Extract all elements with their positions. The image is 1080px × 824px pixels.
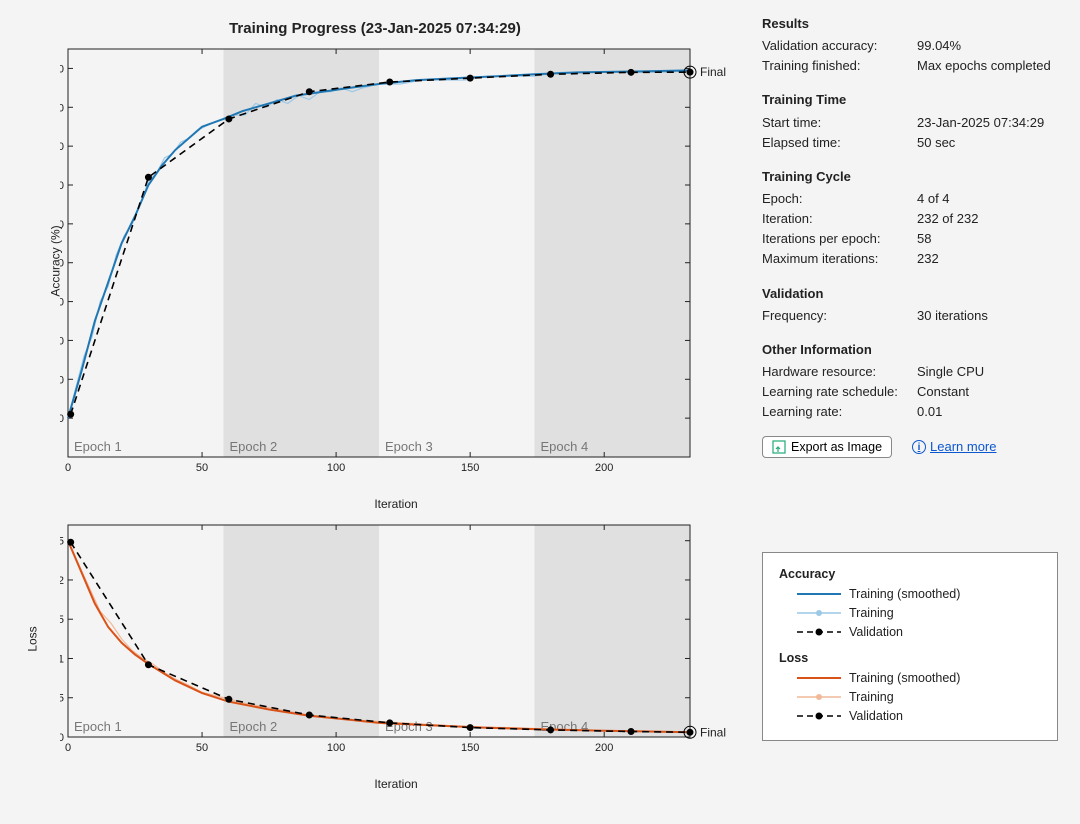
svg-text:1.5: 1.5: [60, 614, 64, 626]
other-header: Other Information: [762, 340, 1062, 360]
other-section: Other Information Hardware resource:Sing…: [762, 340, 1062, 423]
legend-acc-smoothed: Training (smoothed): [779, 587, 1041, 601]
training-figure: Training Progress (23-Jan-2025 07:34:29)…: [10, 10, 740, 810]
svg-text:Epoch 1: Epoch 1: [74, 719, 122, 734]
svg-text:Final: Final: [700, 65, 726, 79]
svg-text:50: 50: [196, 742, 208, 754]
cycle-header: Training Cycle: [762, 167, 1062, 187]
legend-accuracy-header: Accuracy: [779, 567, 1041, 581]
svg-text:200: 200: [595, 742, 613, 754]
svg-text:70: 70: [60, 180, 64, 192]
legend: Accuracy Training (smoothed) Training Va…: [762, 552, 1058, 741]
legend-loss-smoothed: Training (smoothed): [779, 671, 1041, 685]
svg-text:30: 30: [60, 335, 64, 347]
legend-loss-raw: Training: [779, 690, 1041, 704]
loss-xlabel: Iteration: [374, 777, 417, 791]
svg-text:40: 40: [60, 297, 64, 309]
accuracy-plot: Accuracy (%) 102030405060708090100050100…: [60, 45, 732, 477]
legend-acc-raw: Training: [779, 606, 1041, 620]
info-panel: Results Validation accuracy:99.04% Train…: [762, 14, 1062, 458]
info-icon: i: [912, 440, 926, 454]
export-icon: [772, 440, 786, 454]
svg-text:50: 50: [196, 462, 208, 474]
svg-text:100: 100: [327, 742, 345, 754]
svg-text:100: 100: [327, 462, 345, 474]
results-header: Results: [762, 14, 1062, 34]
svg-text:0.5: 0.5: [60, 693, 64, 705]
svg-text:20: 20: [60, 374, 64, 386]
svg-text:0: 0: [60, 732, 64, 744]
svg-text:2.5: 2.5: [60, 536, 64, 548]
export-image-button[interactable]: Export as Image: [762, 436, 892, 458]
legend-loss-val: Validation: [779, 709, 1041, 723]
svg-text:200: 200: [595, 462, 613, 474]
svg-text:Epoch 2: Epoch 2: [230, 719, 278, 734]
svg-text:0: 0: [65, 462, 71, 474]
svg-text:100: 100: [60, 63, 64, 75]
legend-loss-header: Loss: [779, 651, 1041, 665]
time-header: Training Time: [762, 90, 1062, 110]
svg-text:150: 150: [461, 742, 479, 754]
validation-section: Validation Frequency:30 iterations: [762, 284, 1062, 326]
svg-text:Epoch 4: Epoch 4: [541, 439, 589, 454]
loss-ylabel: Loss: [26, 626, 40, 651]
svg-text:Epoch 1: Epoch 1: [74, 439, 122, 454]
results-section: Results Validation accuracy:99.04% Train…: [762, 14, 1062, 76]
svg-text:2: 2: [60, 575, 64, 587]
svg-text:Final: Final: [700, 725, 726, 739]
action-row: Export as Image i Learn more: [762, 436, 1062, 458]
svg-text:0: 0: [65, 742, 71, 754]
learn-more-link[interactable]: i Learn more: [912, 437, 996, 457]
svg-text:10: 10: [60, 413, 64, 425]
chart-title: Training Progress (23-Jan-2025 07:34:29): [10, 20, 740, 37]
loss-plot: Loss 00.511.522.5050100150200Epoch 1Epoc…: [60, 521, 732, 757]
svg-text:90: 90: [60, 102, 64, 114]
time-section: Training Time Start time:23-Jan-2025 07:…: [762, 90, 1062, 152]
svg-text:1: 1: [60, 653, 64, 665]
svg-text:150: 150: [461, 462, 479, 474]
accuracy-xlabel: Iteration: [374, 497, 417, 511]
svg-text:Epoch 2: Epoch 2: [230, 439, 278, 454]
validation-header: Validation: [762, 284, 1062, 304]
svg-text:Epoch 3: Epoch 3: [385, 439, 433, 454]
svg-text:80: 80: [60, 141, 64, 153]
cycle-section: Training Cycle Epoch:4 of 4 Iteration:23…: [762, 167, 1062, 270]
accuracy-ylabel: Accuracy (%): [49, 225, 63, 296]
legend-acc-val: Validation: [779, 625, 1041, 639]
accuracy-svg: 102030405060708090100050100150200Epoch 1…: [60, 45, 732, 477]
loss-svg: 00.511.522.5050100150200Epoch 1Epoch 2Ep…: [60, 521, 732, 757]
